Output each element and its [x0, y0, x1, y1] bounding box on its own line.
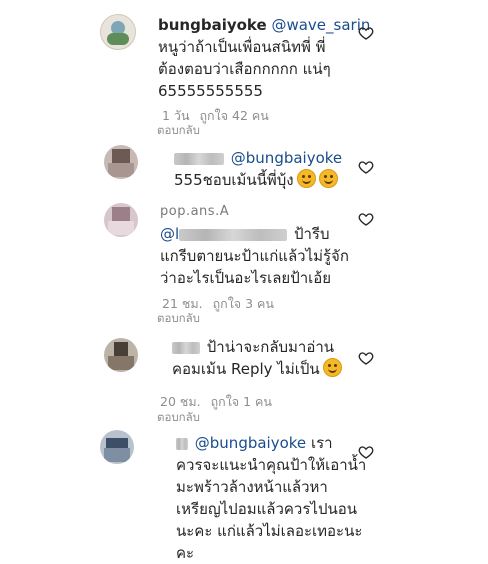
mention-link[interactable]: @bungbaiyoke	[231, 149, 342, 167]
comment-item: @bungbaiyoke เรา ควรจะแนะนำคุณป้าให้เอาน…	[0, 426, 488, 562]
comment-likes[interactable]: ถูกใจ 1 คน	[211, 394, 272, 409]
comment-text-line: เหรียญไปอมแล้วควรไปนอน	[176, 500, 357, 518]
comment-text-line: แกรีบตายนะป้าแก่แล้วไม่รู้จัก	[160, 247, 349, 265]
comment-username-partial[interactable]: pop.ans.A	[160, 204, 229, 219]
comment-text-line: ต้องตอบว่าเสือกกกกก แน่ๆ	[158, 60, 331, 78]
comment-username[interactable]: bungbaiyoke	[158, 16, 267, 34]
heart-outline-icon[interactable]	[358, 350, 374, 366]
avatar[interactable]	[100, 14, 136, 50]
comment-text-line: ว่าอะไรเป็นอะไรเลยป้าเอ้ย	[160, 269, 332, 287]
comment-body: @bungbaiyoke 555ชอบเม้นนี้พี่บุ้ง	[174, 147, 374, 191]
comment-text-line: หนูว่าถ้าเป็นเพื่อนสนิทพี่ พี่	[158, 38, 326, 56]
mention-link-partial[interactable]: @l	[160, 225, 179, 243]
mention-link[interactable]: @bungbaiyoke	[195, 434, 306, 452]
blurred-username	[172, 341, 200, 354]
comment-item: pop.ans.A @l ป้ารีบ แกรีบตายนะป้าแก่แล้ว…	[0, 197, 488, 325]
blurred-mention	[179, 228, 288, 241]
comment-item: @bungbaiyoke 555ชอบเม้นนี้พี่บุ้ง	[0, 135, 488, 197]
blurred-username	[174, 152, 224, 165]
comment-body: bungbaiyoke @wave_sarin หนูว่าถ้าเป็นเพื…	[158, 14, 378, 102]
comment-text-line: เรา	[310, 434, 333, 452]
heart-outline-icon[interactable]	[358, 211, 374, 227]
comment-time: 1 วัน	[162, 108, 190, 123]
comment-text-line: คะ	[176, 544, 195, 562]
heart-outline-icon[interactable]	[358, 159, 374, 175]
avatar[interactable]	[104, 203, 138, 237]
comment-body: @bungbaiyoke เรา ควรจะแนะนำคุณป้าให้เอาน…	[176, 432, 376, 564]
mention-link[interactable]: @wave_sarin	[271, 16, 370, 34]
comment-text-line: ควรจะแนะนำคุณป้าให้เอาน้ำ	[176, 456, 367, 474]
comment-text-line: คอมเม้น Reply ไม่เป็น	[172, 360, 320, 378]
comment-likes[interactable]: ถูกใจ 42 คน	[199, 108, 268, 123]
heart-outline-icon[interactable]	[358, 25, 374, 41]
blurred-username	[176, 437, 188, 450]
comment-text-line: นะคะ แก่แล้วไม่เลอะเทอะนะ	[176, 522, 363, 540]
grinning-face-emoji-icon	[322, 358, 342, 377]
grinning-face-emoji-icon	[318, 169, 338, 188]
comment-body: pop.ans.A @l ป้ารีบ แกรีบตายนะป้าแก่แล้ว…	[160, 199, 390, 289]
heart-outline-icon[interactable]	[358, 444, 374, 460]
reply-button[interactable]: ตอบกลับ	[157, 409, 200, 427]
comment-likes[interactable]: ถูกใจ 3 คน	[213, 296, 274, 311]
avatar[interactable]	[104, 145, 138, 179]
comment-item: bungbaiyoke @wave_sarin หนูว่าถ้าเป็นเพื…	[0, 0, 488, 137]
avatar[interactable]	[100, 430, 134, 464]
comment-text-line: ป้าน่าจะกลับมาอ่าน	[206, 338, 335, 356]
comment-text-line: ป้ารีบ	[293, 225, 330, 243]
comment-text-line: 65555555555	[158, 82, 263, 100]
comment-text-line: มะพร้าวล้างหน้าแล้วหา	[176, 478, 328, 496]
comment-item: ป้าน่าจะกลับมาอ่าน คอมเม้น Reply ไม่เป็น…	[0, 322, 488, 426]
avatar[interactable]	[104, 338, 138, 372]
comment-time: 20 ชม.	[160, 394, 201, 409]
comment-time: 21 ชม.	[162, 296, 203, 311]
grinning-face-emoji-icon	[296, 169, 316, 188]
comment-text-line: 555ชอบเม้นนี้พี่บุ้ง	[174, 171, 294, 189]
